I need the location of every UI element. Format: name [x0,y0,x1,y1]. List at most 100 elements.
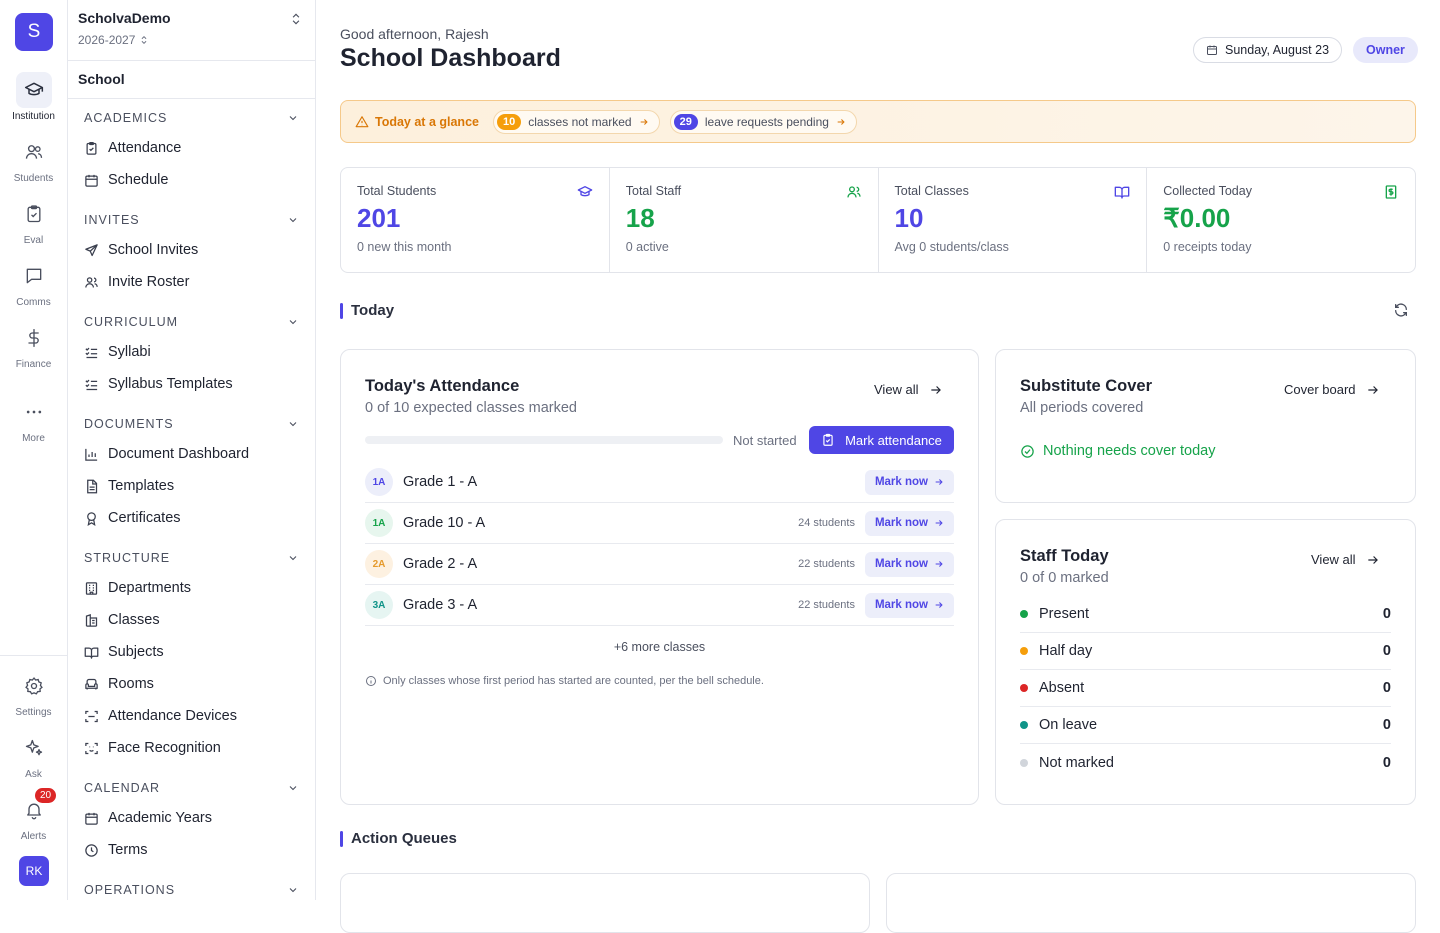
staff-status-row: On leave 0 [1020,707,1391,744]
heading-accent [340,302,343,319]
card-title: Substitute Cover [1020,377,1153,395]
arrow-right-icon [929,383,943,397]
sidebar-item-rooms[interactable]: Rooms [84,676,299,692]
status-dot [1020,721,1028,729]
sidebar-item-schedule[interactable]: Schedule [84,172,299,188]
sidebar-item-school-invites[interactable]: School Invites [84,242,299,258]
rail-item-eval[interactable]: Eval [0,196,67,246]
sidebar-item-label: Classes [108,612,160,628]
stat-subtext: 0 new this month [357,240,452,254]
year-selector[interactable]: 2026-2027 [78,33,149,47]
cover-board-link[interactable]: Cover board [1284,382,1380,397]
chevron-down-icon [287,884,299,896]
group-academics[interactable]: ACADEMICS [84,111,299,125]
class-badge: 1A [365,509,393,537]
classes-not-marked-chip[interactable]: 10 classes not marked [492,109,660,134]
book-open-icon [84,645,99,660]
org-name[interactable]: ScholvaDemo [78,10,171,26]
main-content: Good afternoon, Rajesh School Dashboard … [316,0,1440,933]
stat-total-staff[interactable]: Total Staff 18 0 active [610,168,879,272]
button-label: Mark now [874,517,928,529]
section-heading-label: Today [351,302,395,319]
rail-item-alerts[interactable]: Alerts [0,792,67,842]
user-avatar[interactable]: RK [19,856,49,886]
attendance-view-all-link[interactable]: View all [874,382,943,397]
year-label: 2026-2027 [78,33,136,47]
stat-label: Collected Today [1163,184,1252,198]
attendance-card: Today's Attendance 0 of 10 expected clas… [340,349,979,805]
rail-item-institution[interactable]: Institution [0,72,67,122]
sidebar-item-terms[interactable]: Terms [84,842,299,858]
sidebar-item-templates[interactable]: Templates [84,478,299,494]
footnote-text: Only classes whose first period has star… [383,675,764,687]
rail-item-comms[interactable]: Comms [0,258,67,308]
status-text: Nothing needs cover today [1043,443,1216,459]
group-title: CURRICULUM [84,315,179,329]
rail-item-ask[interactable]: Ask [0,730,67,780]
stat-total-classes[interactable]: Total Classes 10 Avg 0 students/class [879,168,1148,272]
group-curriculum[interactable]: CURRICULUM [84,315,299,329]
leave-requests-chip[interactable]: 29 leave requests pending [669,109,857,134]
class-row[interactable]: 1A Grade 1 - A Mark now [365,462,954,503]
clipboard-check-icon [821,433,835,447]
sidebar-item-certificates[interactable]: Certificates [84,510,299,526]
sidebar-item-subjects[interactable]: Subjects [84,644,299,660]
rail-item-more[interactable]: More [0,394,67,444]
more-dots-icon [16,394,52,430]
sidebar-item-attendance-devices[interactable]: Attendance Devices [84,708,299,724]
chevron-down-icon [287,782,299,794]
armchair-icon [84,677,99,692]
rail-item-settings[interactable]: Settings [0,668,67,718]
arrow-right-icon [934,477,944,487]
mark-attendance-button[interactable]: Mark attendance [809,426,954,454]
refresh-icon[interactable] [1393,302,1409,318]
glance-title-label: Today at a glance [375,114,479,129]
sidebar-item-academic-years[interactable]: Academic Years [84,810,299,826]
bar-chart-icon [84,447,99,462]
status-dot [1020,758,1028,767]
heading-accent [340,830,343,847]
sidebar: ScholvaDemo 2026-2027 School ACADEMICS A… [68,0,316,900]
sidebar-item-document-dashboard[interactable]: Document Dashboard [84,446,299,462]
staff-status-row: Present 0 [1020,596,1391,633]
status-label: Present [1039,606,1089,622]
class-row[interactable]: 3A Grade 3 - A 22 students Mark now [365,585,954,626]
more-classes-link[interactable]: +6 more classes [365,640,954,654]
mark-now-button[interactable]: Mark now [864,469,954,495]
group-title: CALENDAR [84,781,161,795]
sparkles-icon [16,730,52,766]
mark-now-button[interactable]: Mark now [864,592,954,618]
group-invites[interactable]: INVITES [84,213,299,227]
group-structure[interactable]: STRUCTURE [84,551,299,565]
group-operations[interactable]: OPERATIONS [84,883,299,897]
alerts-count-badge: 20 [35,788,57,803]
mark-now-button[interactable]: Mark now [864,551,954,577]
stat-total-students[interactable]: Total Students 201 0 new this month [341,168,610,272]
sidebar-item-syllabus-templates[interactable]: Syllabus Templates [84,376,299,392]
app-logo[interactable]: S [15,13,53,51]
rail-item-finance[interactable]: Finance [0,320,67,370]
sidebar-item-label: Templates [108,478,175,494]
rail-label: Eval [23,235,44,246]
sidebar-item-classes[interactable]: Classes [84,612,299,628]
sidebar-item-attendance[interactable]: Attendance [84,140,299,156]
sidebar-item-label: Syllabi [108,344,151,360]
sidebar-item-departments[interactable]: Departments [84,580,299,596]
sidebar-item-syllabi[interactable]: Syllabi [84,344,299,360]
group-calendar[interactable]: CALENDAR [84,781,299,795]
class-row[interactable]: 1A Grade 10 - A 24 students Mark now [365,503,954,544]
mark-now-button[interactable]: Mark now [864,510,954,536]
sidebar-item-invite-roster[interactable]: Invite Roster [84,274,299,290]
org-switcher-icon[interactable] [289,12,303,26]
sidebar-item-face-recognition[interactable]: Face Recognition [84,740,299,756]
button-label: Mark attendance [845,432,942,448]
class-badge: 1A [365,468,393,496]
graduation-cap-icon [577,184,593,200]
stat-collected-today[interactable]: Collected Today ₹0.00 0 receipts today [1147,168,1415,272]
staff-view-all-link[interactable]: View all [1311,552,1380,567]
class-row[interactable]: 2A Grade 2 - A 22 students Mark now [365,544,954,585]
rail-item-students[interactable]: Students [0,134,67,184]
group-documents[interactable]: DOCUMENTS [84,417,299,431]
stat-label: Total Classes [894,184,969,198]
date-pill[interactable]: Sunday, August 23 [1193,37,1343,63]
